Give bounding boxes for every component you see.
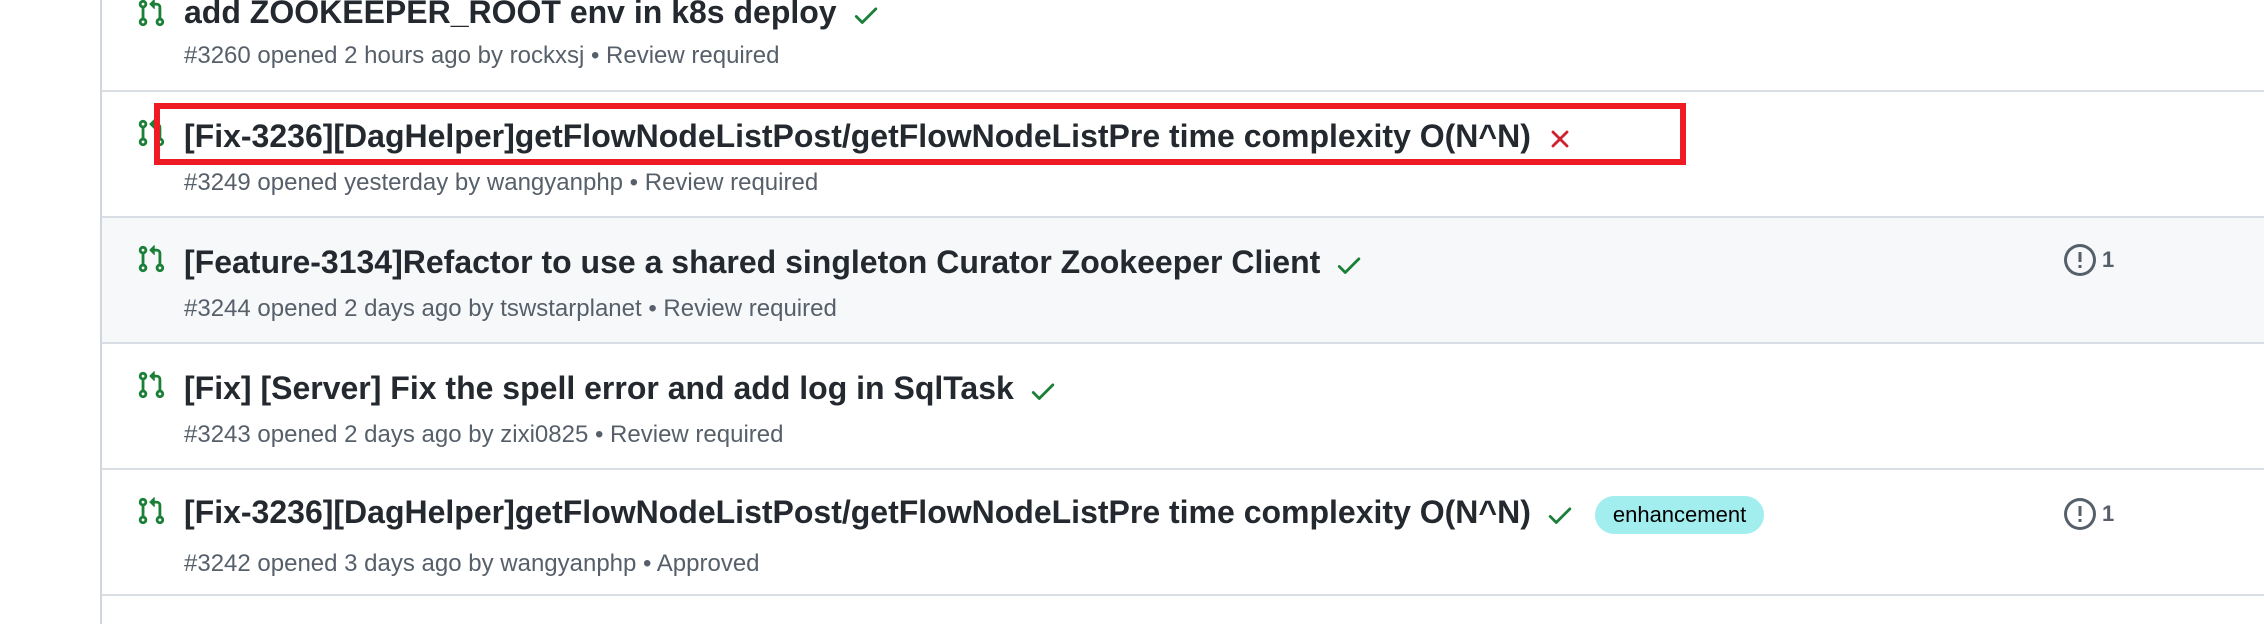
pull-request-list: add ZOOKEEPER_ROOT env in k8s deploy #32… — [100, 0, 2264, 624]
check-icon[interactable] — [1334, 250, 1364, 280]
table-row: add ZOOKEEPER_ROOT env in k8s deploy #32… — [102, 0, 2264, 92]
issue-opened-icon — [2064, 498, 2096, 530]
pr-meta: #3260 opened 2 hours ago by rockxsj • Re… — [184, 42, 780, 69]
pr-meta: #3243 opened 2 days ago by zixi0825 • Re… — [184, 421, 784, 448]
comment-count-value: 1 — [2102, 247, 2115, 272]
x-icon[interactable] — [1545, 124, 1575, 154]
table-row: [Fix-3236][DagHelper]getFlowNodeListPost… — [102, 92, 2264, 218]
pr-title-link[interactable]: [Fix-3236][DagHelper]getFlowNodeListPost… — [184, 118, 1531, 154]
comment-count-value: 1 — [2102, 501, 2115, 526]
git-pull-request-icon — [138, 0, 165, 27]
pr-meta: #3249 opened yesterday by wangyanphp • R… — [184, 169, 819, 196]
table-row: [Fix-3236][DagHelper]getFlowNodeListPost… — [102, 470, 2264, 596]
pr-title-link[interactable]: [Fix] [Server] Fix the spell error and a… — [184, 370, 1014, 406]
pr-title-link[interactable]: [Feature-3134]Refactor to use a shared s… — [184, 244, 1320, 280]
label-enhancement[interactable]: enhancement — [1594, 495, 1765, 534]
check-icon[interactable] — [1028, 376, 1058, 406]
pr-title-link[interactable]: add ZOOKEEPER_ROOT env in k8s deploy — [184, 0, 837, 30]
git-pull-request-icon — [138, 371, 165, 399]
table-row: [Feature-3134]Refactor to use a shared s… — [102, 218, 2264, 344]
page: add ZOOKEEPER_ROOT env in k8s deploy #32… — [0, 0, 2264, 624]
comment-count-link[interactable]: 1 — [2064, 244, 2114, 276]
pr-title-link[interactable]: [Fix-3236][DagHelper]getFlowNodeListPost… — [184, 494, 1531, 530]
check-icon[interactable] — [1545, 500, 1575, 530]
table-row: [Fix] [Server] Fix the spell error and a… — [102, 344, 2264, 470]
git-pull-request-icon — [138, 245, 165, 273]
git-pull-request-icon — [138, 497, 165, 525]
pr-meta: #3242 opened 3 days ago by wangyanphp • … — [184, 550, 760, 577]
comment-count-link[interactable]: 1 — [2064, 498, 2114, 530]
check-icon[interactable] — [851, 0, 881, 30]
git-pull-request-icon — [138, 119, 165, 147]
pr-meta: #3244 opened 2 days ago by tswstarplanet… — [184, 295, 837, 322]
issue-opened-icon — [2064, 244, 2096, 276]
